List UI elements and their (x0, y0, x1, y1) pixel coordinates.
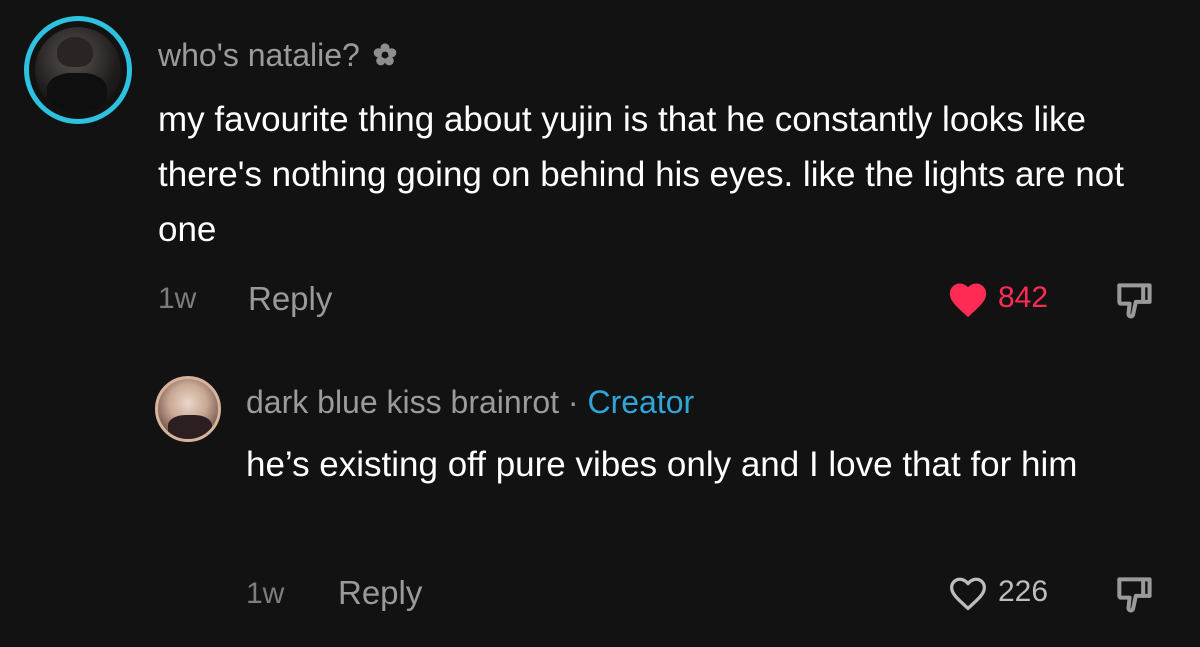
flower-icon (373, 43, 397, 66)
comment-username[interactable]: who's natalie? (158, 36, 398, 74)
like-button[interactable]: 842 (946, 278, 1048, 318)
separator: · (559, 384, 588, 420)
reply-username[interactable]: dark blue kiss brainrot · Creator (246, 383, 694, 421)
username-label: dark blue kiss brainrot (246, 384, 560, 420)
like-button[interactable]: 226 (946, 572, 1048, 612)
reply-timestamp: 1w (246, 577, 285, 610)
avatar-commenter[interactable] (24, 16, 132, 124)
like-count: 842 (998, 281, 1049, 314)
thumbs-down-icon[interactable] (1112, 278, 1156, 322)
creator-badge: Creator (587, 384, 695, 420)
avatar-image (35, 27, 121, 113)
comment-timestamp: 1w (158, 282, 197, 315)
heart-outline-icon (950, 577, 986, 610)
username-label: who's natalie? (158, 37, 360, 73)
reply-button[interactable]: Reply (338, 574, 422, 612)
heart-filled-icon (949, 283, 987, 318)
reply-text: he’s existing off pure vibes only and I … (246, 445, 1078, 484)
avatar-creator[interactable] (155, 376, 221, 442)
comment-text: my favourite thing about yujin is that h… (158, 100, 1124, 249)
like-count: 226 (998, 575, 1049, 608)
reply-button[interactable]: Reply (248, 280, 332, 318)
thumbs-down-icon[interactable] (1112, 572, 1156, 616)
